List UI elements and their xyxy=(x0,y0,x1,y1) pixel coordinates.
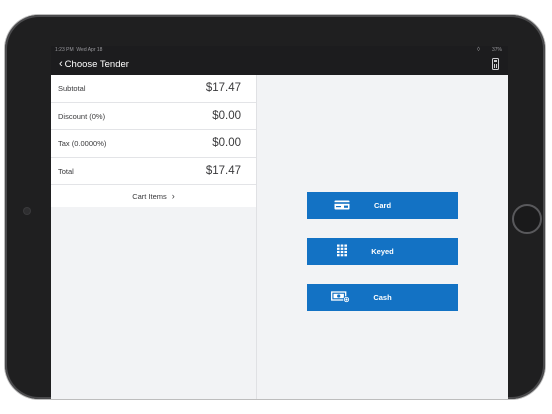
subtotal-value: $17.47 xyxy=(205,82,241,94)
wifi-icon: ◊ xyxy=(477,47,480,53)
calculator-icon[interactable] xyxy=(492,58,499,70)
tax-label: Tax (0.0000%) xyxy=(58,139,107,148)
cash-button-label: Cash xyxy=(373,293,392,302)
chevron-right-icon: › xyxy=(171,191,175,201)
nav-bar: ‹ Choose Tender xyxy=(51,54,508,75)
battery-level: 37% xyxy=(491,47,502,53)
back-label: Choose Tender xyxy=(64,59,129,70)
cart-items-label: Cart Items xyxy=(132,192,167,201)
discount-label: Discount (0%) xyxy=(58,111,106,121)
tax-value: $0.00 xyxy=(212,137,241,149)
app-screen: 1:23 PM Wed Apr 18 ◊ 37% ‹ Choose Tender … xyxy=(51,46,508,399)
summary-row-discount: Discount (0%) $0.00 xyxy=(51,103,256,130)
subtotal-label: Subtotal xyxy=(58,84,86,93)
summary-row-subtotal: Subtotal $17.47 xyxy=(51,75,256,103)
chevron-left-icon: ‹ xyxy=(59,58,63,70)
tablet-frame: 1:23 PM Wed Apr 18 ◊ 37% ‹ Choose Tender … xyxy=(5,15,545,399)
discount-value: $0.00 xyxy=(212,109,241,122)
cart-items-button[interactable]: Cart Items › xyxy=(51,185,256,207)
home-button[interactable] xyxy=(512,204,542,234)
order-summary-panel: Subtotal $17.47 Discount (0%) $0.00 Tax … xyxy=(51,75,256,399)
total-value: $17.47 xyxy=(205,164,241,177)
summary-list: Subtotal $17.47 Discount (0%) $0.00 Tax … xyxy=(51,75,256,207)
summary-row-total: Total $17.47 xyxy=(51,158,256,185)
card-button[interactable]: Card xyxy=(307,192,458,219)
cash-button[interactable]: Cash xyxy=(307,284,458,311)
card-button-label: Card xyxy=(373,201,392,210)
front-camera xyxy=(24,208,30,214)
status-date: Wed Apr 18 xyxy=(76,47,103,53)
status-time: 1:23 PM xyxy=(55,47,74,53)
summary-row-tax: Tax (0.0000%) $0.00 xyxy=(51,130,256,158)
status-time-date: 1:23 PM Wed Apr 18 xyxy=(55,46,102,54)
panel-divider xyxy=(256,75,257,399)
keyed-button-label: Keyed xyxy=(371,247,394,256)
keyed-button[interactable]: Keyed xyxy=(307,238,458,265)
total-label: Total xyxy=(58,166,74,176)
back-button[interactable]: ‹ Choose Tender xyxy=(59,54,129,75)
status-bar: 1:23 PM Wed Apr 18 ◊ 37% xyxy=(51,46,508,54)
